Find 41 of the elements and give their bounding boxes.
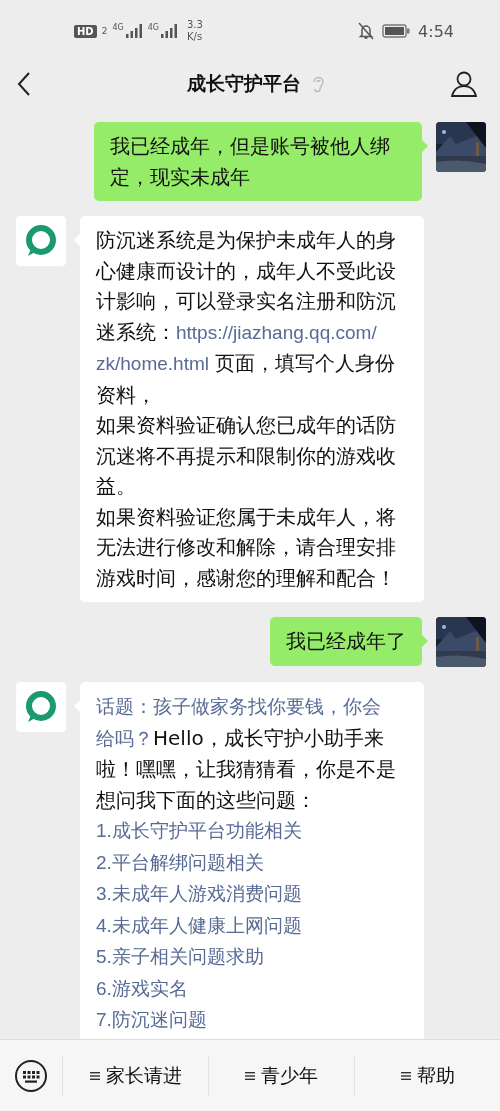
message-text: 话题：孩子做家务找你要钱，你会 给吗？Hello，成长守护小助手来啦！嘿嘿，让我猜猜看，你是不是想问我下面的这些问题： — [96, 695, 397, 814]
speed-unit: K/s — [187, 31, 203, 43]
message-link[interactable]: 3.未成年人游戏消费问题 — [96, 883, 302, 904]
menu-icon — [89, 1070, 100, 1081]
message-link[interactable]: 1.成长守护平台功能相关 — [96, 820, 302, 841]
signal-icon — [124, 23, 143, 39]
menu-button[interactable]: 家长请进 — [105, 1062, 182, 1089]
menu-icon — [245, 1070, 255, 1081]
menu-button[interactable]: 帮助 — [416, 1062, 455, 1089]
sim-number: 2 — [101, 26, 108, 36]
message-link[interactable]: 5.亲子相关问题求助 — [96, 946, 264, 967]
keyboard-icon[interactable] — [14, 1058, 48, 1093]
message-text: 我已经成年了 — [286, 628, 406, 655]
message-link[interactable]: 话题：孩子做家务找你要钱，你会 — [96, 696, 381, 717]
message-link[interactable]: 7.防沉迷问题 — [96, 1009, 207, 1030]
message-text: 如果资料验证您属于未成年人，将无法进行修改和解除，请合理安排游戏时间，感谢您的理解和配合！ — [96, 503, 397, 592]
message-text: 防沉迷系统是为保护未成年人的身心健康而设计的，成年人不受此设计影响，可以登录实名注册和防沉迷系统：https://jiazhang.qq.com/ zk/home.html 页面，填写个人身份资料， — [96, 227, 397, 409]
message-link[interactable]: 2.平台解绑问题相关 — [96, 851, 264, 873]
message-text: 我已经成年，但是账号被他人绑定，现实未成年 — [110, 133, 391, 191]
back-icon[interactable] — [16, 71, 32, 97]
message-link[interactable]: zk/home.html — [96, 353, 209, 374]
network-label: 4G — [112, 23, 124, 32]
menu-button[interactable]: 青少年 — [261, 1062, 318, 1089]
chat-title: 成长守护平台 — [187, 71, 301, 96]
bot-avatar — [16, 682, 66, 732]
signal-icon — [160, 23, 178, 39]
message-link[interactable]: https://jiazhang.qq.com/ — [176, 321, 377, 343]
message-link[interactable]: 给吗？ — [96, 727, 153, 749]
network-label: 4G — [147, 23, 159, 32]
speed-value: 3.3 — [187, 19, 203, 31]
battery-icon — [382, 24, 411, 38]
ear-icon — [311, 74, 325, 94]
message-link[interactable]: 6.游戏实名 — [96, 977, 188, 999]
bot-avatar — [16, 216, 66, 266]
clock-time: 4:54 — [418, 21, 454, 41]
profile-icon[interactable] — [450, 70, 478, 98]
message-text: 如果资料验证确认您已成年的话防沉迷将不再提示和限制你的游戏收益。 — [96, 412, 397, 500]
message-link[interactable]: 4.未成年人健康上网问题 — [96, 914, 302, 936]
hd-badge: HD — [74, 24, 97, 38]
menu-icon — [400, 1070, 411, 1081]
bell-off-icon — [358, 22, 375, 40]
